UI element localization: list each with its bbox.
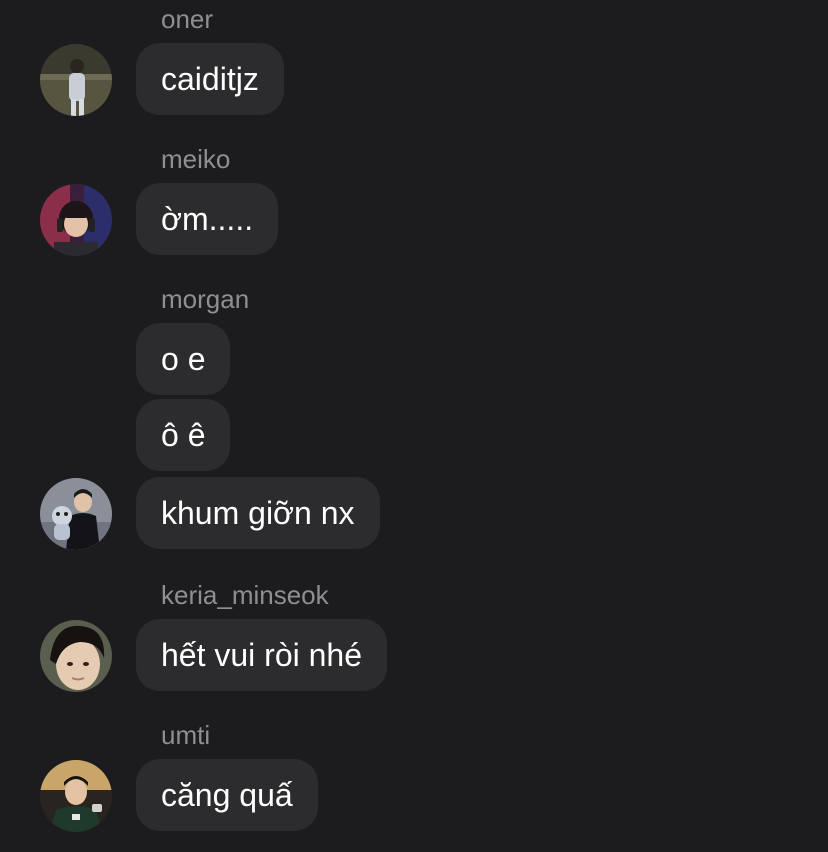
message-bubble[interactable]: caiditjz: [136, 43, 284, 115]
sender-name-meiko[interactable]: meiko: [161, 144, 230, 174]
message-bubble[interactable]: hết vui ròi nhé: [136, 619, 388, 691]
message-bubble[interactable]: ô ê: [136, 399, 231, 471]
message-bubble[interactable]: căng quấ: [136, 759, 318, 831]
avatar-keria[interactable]: [40, 620, 112, 692]
avatar-morgan[interactable]: [40, 478, 112, 550]
message-bubble[interactable]: ờm.....: [136, 183, 279, 255]
message-bubble[interactable]: o e: [136, 323, 231, 395]
chat-thread: oner caiditjz meiko ờm..... morgan o e ô…: [0, 0, 828, 852]
avatar-umti[interactable]: [40, 760, 112, 832]
sender-name-oner[interactable]: oner: [161, 4, 213, 34]
sender-name-umti[interactable]: umti: [161, 720, 210, 750]
avatar-meiko[interactable]: [40, 184, 112, 256]
message-bubble[interactable]: khum giỡn nx: [136, 477, 380, 549]
sender-name-morgan[interactable]: morgan: [161, 284, 249, 314]
sender-name-keria[interactable]: keria_minseok: [161, 580, 329, 610]
avatar-oner[interactable]: [40, 44, 112, 116]
